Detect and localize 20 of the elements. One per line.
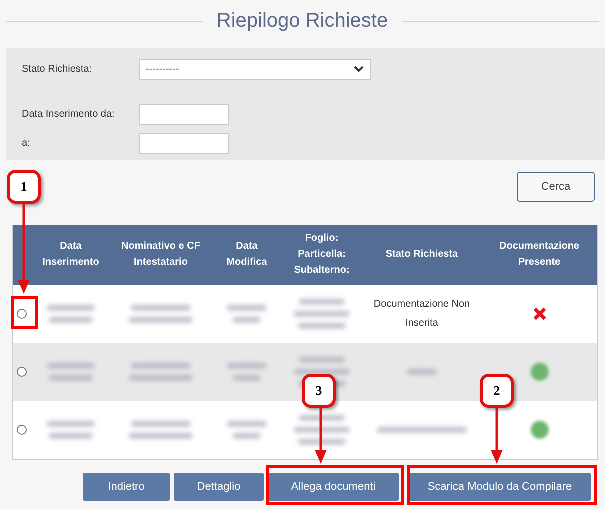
column-header: Data Modifica (226, 240, 268, 270)
action-button[interactable]: Dettaglio (174, 473, 264, 501)
field-label: a: (22, 138, 32, 149)
field-label: Data Inserimento da: (22, 109, 116, 120)
callout-badge: 1 (7, 170, 41, 204)
action-button[interactable]: Indietro (83, 473, 170, 501)
column-header: Nominativo e CF Intestatario (120, 240, 202, 270)
column-header: Documentazione Presente (498, 240, 580, 270)
field-label: Stato Richiesta: (22, 64, 94, 75)
action-button[interactable]: Scarica Modulo da Compilare (409, 473, 591, 501)
column-header: Foglio: Particella: Subalterno: (293, 232, 351, 278)
action-button[interactable]: Allega documenti (268, 473, 399, 501)
callout-badge: 2 (480, 374, 514, 408)
search-button[interactable]: Cerca (517, 172, 595, 202)
column-header: Stato Richiesta (384, 248, 460, 262)
callout-badge: 3 (302, 374, 336, 408)
column-header: Data Inserimento (42, 240, 100, 270)
status-text: Documentazione Non Inserita (372, 298, 472, 331)
status-select[interactable]: ---------- (139, 59, 371, 80)
page-title: Riepilogo Richieste (216, 10, 388, 32)
